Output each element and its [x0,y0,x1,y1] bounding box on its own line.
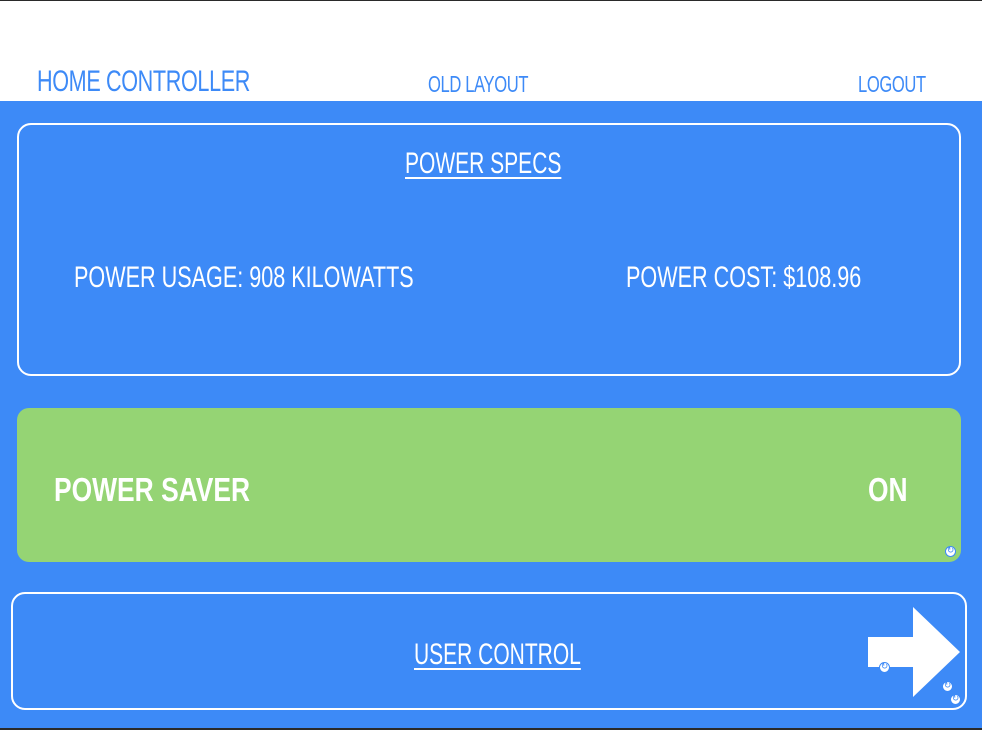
header-bar: HOME CONTROLLER OLD LAYOUT LOGOUT [0,1,982,101]
power-saver-label: POWER SAVER [54,471,251,508]
power-usage-text: POWER USAGE: 908 KILOWATTS [74,261,414,294]
old-layout-link[interactable]: OLD LAYOUT [428,71,528,98]
power-saver-state: ON [868,471,908,508]
app-title: HOME CONTROLLER [37,65,251,98]
user-control-card[interactable]: USER CONTROL ↻ ↻ ↻ [11,592,967,710]
refresh-icon[interactable]: ↻ [945,546,956,557]
power-saver-toggle[interactable]: POWER SAVER ON ↻ [17,408,961,562]
user-control-label: USER CONTROL [414,638,581,671]
power-specs-card: POWER SPECS POWER USAGE: 908 KILOWATTS P… [17,123,961,376]
power-cost-text: POWER COST: $108.96 [626,261,862,294]
refresh-icon[interactable]: ↻ [879,662,890,673]
refresh-icon[interactable]: ↻ [942,681,953,692]
logout-link[interactable]: LOGOUT [858,71,926,98]
power-specs-title: POWER SPECS [405,147,562,180]
refresh-icon[interactable]: ↻ [950,694,961,705]
